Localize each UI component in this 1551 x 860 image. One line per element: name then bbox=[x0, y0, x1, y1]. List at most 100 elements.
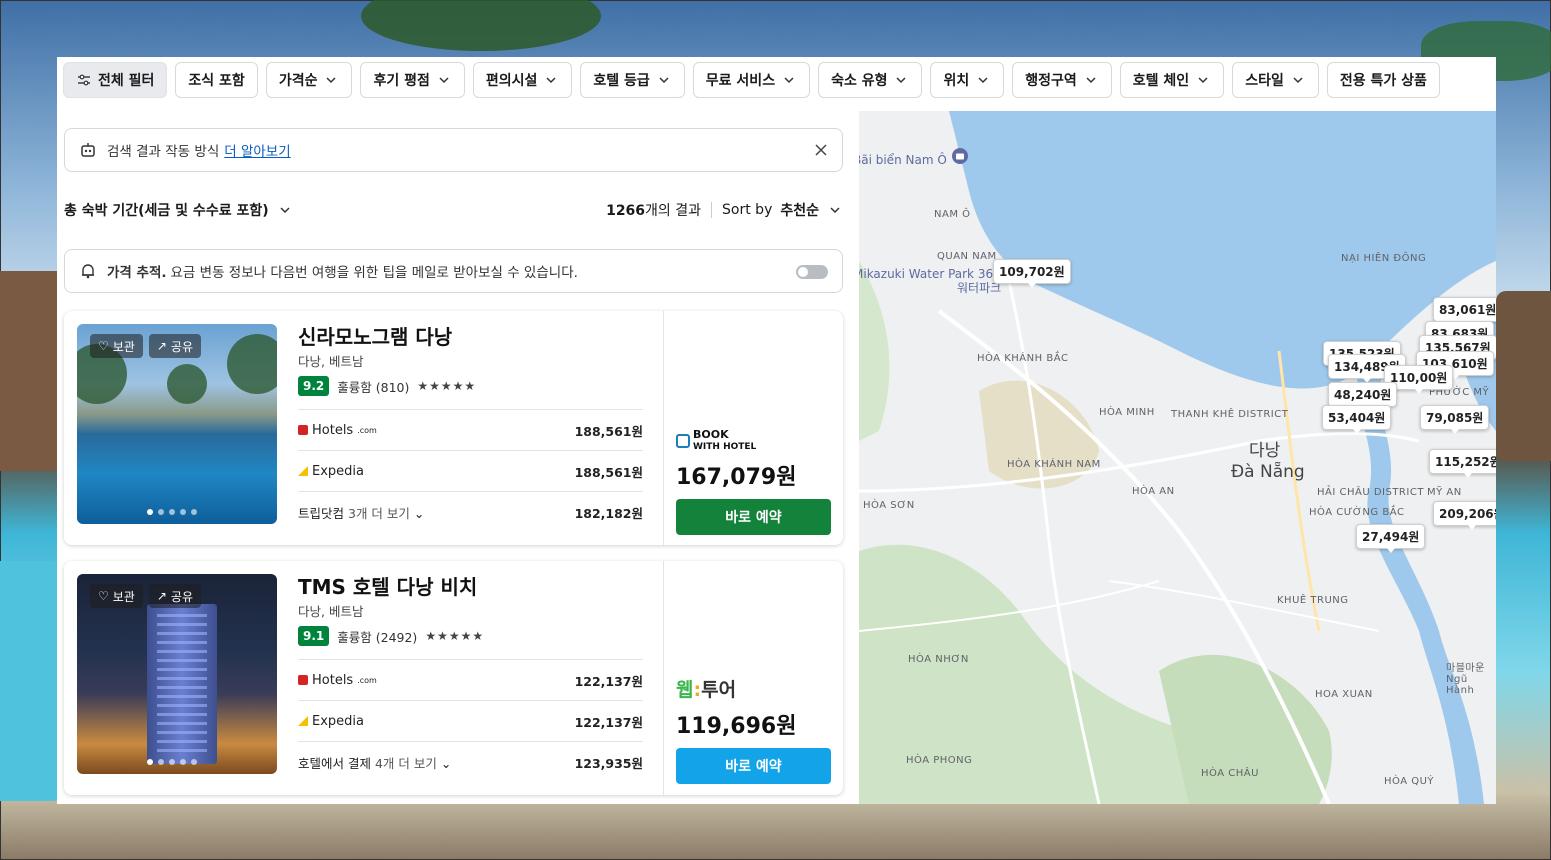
learn-more-link[interactable]: 더 알아보기 bbox=[224, 140, 290, 160]
save-button[interactable]: ♡ 보관 bbox=[90, 584, 143, 608]
filter-chip[interactable]: 스타일 bbox=[1232, 62, 1319, 98]
more-offers-row[interactable]: 트립닷컴 3개 더 보기 ⌄ 182,182원 bbox=[298, 491, 643, 532]
chevron-down-icon bbox=[1293, 77, 1303, 84]
book-now-button[interactable]: 바로 예약 bbox=[676, 748, 831, 784]
more-offers-row[interactable]: 호텔에서 결제 4개 더 보기 ⌄ 123,935원 bbox=[298, 741, 643, 782]
expedia-logo-icon bbox=[298, 716, 308, 726]
price-alert: 가격 추적. 요금 변동 정보나 다음번 여행을 위한 팁을 메일로 받아보실 … bbox=[64, 249, 843, 293]
map-label: MỸ AN bbox=[1427, 487, 1462, 498]
price-mode-select[interactable]: 총 숙박 기간(세금 및 수수료 포함) bbox=[64, 200, 293, 220]
map-label: HOA XUAN bbox=[1315, 689, 1373, 700]
filter-chip[interactable]: 편의시설 bbox=[472, 62, 573, 98]
filter-chip[interactable]: 전체 필터 bbox=[63, 62, 168, 98]
map-label: Đà Nẵng bbox=[1231, 462, 1305, 482]
filter-chip-label: 무료 서비스 bbox=[705, 73, 776, 89]
filter-chip[interactable]: 호텔 등급 bbox=[580, 62, 685, 98]
bell-icon bbox=[82, 264, 94, 279]
map-label: HÒA CHÂU bbox=[1201, 768, 1259, 779]
share-button[interactable]: ↗ 공유 bbox=[148, 584, 202, 608]
hotel-name[interactable]: 신라모노그램 다낭 bbox=[298, 321, 452, 350]
photo-carousel-dots[interactable] bbox=[147, 759, 197, 765]
filter-chip[interactable]: 무료 서비스 bbox=[692, 62, 811, 98]
provider-row[interactable]: Expedia 122,137원 bbox=[298, 700, 643, 741]
review-text: 훌륭함 (2492) bbox=[337, 629, 418, 645]
map-price-pin[interactable]: 209,206원 bbox=[1433, 501, 1496, 530]
close-icon[interactable] bbox=[812, 141, 830, 159]
filter-chip[interactable]: 위치 bbox=[930, 62, 1005, 98]
hotel-location: 다낭, 베트남 bbox=[298, 354, 364, 369]
map-price-pin[interactable]: 48,240원 bbox=[1328, 382, 1398, 411]
map-label: KHUÊ TRUNG bbox=[1277, 595, 1349, 606]
filter-chip[interactable]: 전용 특가 상품 bbox=[1326, 62, 1440, 98]
map-price-pin[interactable]: 109,702원 bbox=[993, 259, 1071, 288]
provider-row[interactable]: Hotels .com 122,137원 bbox=[298, 659, 643, 700]
filter-chip[interactable]: 후기 평점 bbox=[360, 62, 465, 98]
filter-chip[interactable]: 호텔 체인 bbox=[1119, 62, 1225, 98]
deal-price: 119,696원 bbox=[676, 714, 797, 739]
price-mode-label: 총 숙박 기간(세금 및 수수료 포함) bbox=[64, 203, 269, 219]
map-price-pin[interactable]: 79,085원 bbox=[1420, 405, 1490, 434]
chevron-down-icon bbox=[978, 77, 988, 84]
results-map[interactable]: Bãi biển Nam Ô NAM Ô QUAN NAM Mikazuki Wate… bbox=[859, 111, 1496, 804]
filter-chip-label: 편의시설 bbox=[485, 73, 538, 89]
review-score: 9.2 bbox=[298, 376, 330, 396]
results-count: 1266개의 결과 bbox=[606, 203, 702, 219]
filter-chip-label: 위치 bbox=[943, 73, 970, 89]
map-label: HÒA NHƠN bbox=[908, 654, 969, 665]
save-button[interactable]: ♡ 보관 bbox=[90, 334, 143, 358]
info-banner-text: 검색 결과 작동 방식 bbox=[107, 144, 220, 160]
share-button[interactable]: ↗ 공유 bbox=[148, 334, 202, 358]
map-label: Ngũ Hành bbox=[1446, 674, 1475, 696]
chevron-down-icon bbox=[1086, 77, 1096, 84]
sort-value[interactable]: 추천순 bbox=[780, 200, 819, 220]
book-now-button[interactable]: 바로 예약 bbox=[676, 499, 831, 535]
map-label: 다낭 bbox=[1249, 441, 1281, 461]
chevron-down-icon: ⌄ bbox=[413, 505, 425, 521]
filter-chip-label: 전체 필터 bbox=[98, 73, 155, 89]
hotel-card[interactable]: ♡ 보관 ↗ 공유 신라모노그램 다낭 다낭, 베트남 9.2 훌륭함 (810) … bbox=[64, 311, 843, 545]
provider-row[interactable]: Hotels .com 188,561원 bbox=[298, 409, 643, 450]
chevron-down-icon bbox=[1198, 77, 1208, 84]
map-price-pin[interactable]: 27,494원 bbox=[1356, 524, 1426, 553]
map-label: NAM Ô bbox=[934, 209, 971, 220]
filter-chip[interactable]: 조식 포함 bbox=[175, 62, 258, 98]
deal-price: 167,079원 bbox=[676, 465, 797, 490]
map-label: HÒA CƯỜNG BẮC bbox=[1309, 507, 1405, 518]
filter-chip[interactable]: 숙소 유형 bbox=[818, 62, 923, 98]
map-price-pin[interactable]: 53,404원 bbox=[1322, 405, 1392, 434]
chevron-down-icon[interactable] bbox=[827, 202, 843, 218]
map-label: NẠI HIÊN ĐÔNG bbox=[1341, 253, 1427, 264]
chevron-down-icon bbox=[326, 77, 336, 84]
sliders-icon bbox=[78, 74, 90, 86]
map-label: HÒA AN bbox=[1132, 486, 1175, 497]
summary-row: 총 숙박 기간(세금 및 수수료 포함) 1266개의 결과 Sort by 추… bbox=[64, 195, 843, 225]
filter-chip[interactable]: 가격순 bbox=[265, 62, 353, 98]
filter-chip-label: 스타일 bbox=[1245, 73, 1284, 89]
map-price-pin[interactable]: 83,061원 bbox=[1433, 297, 1496, 326]
webtour-logo: 웹:투어 bbox=[676, 679, 737, 701]
map-label: HÒA QUÝ bbox=[1384, 776, 1435, 787]
hotel-search-page: 전체 필터 조식 포함 가격순 후기 평점 편의시설 호텔 등급 무료 서비스 숙소 유형 위치… bbox=[57, 57, 1496, 804]
map-label: HÒA PHONG bbox=[906, 755, 973, 766]
info-banner: 검색 결과 작동 방식 더 알아보기 bbox=[64, 128, 843, 172]
heart-icon: ♡ bbox=[98, 339, 109, 353]
featured-deal: BOOK WITH HOTEL 167,079원 바로 예약 bbox=[676, 429, 831, 535]
map-price-pin[interactable]: 115,252원 bbox=[1429, 449, 1496, 478]
chevron-down-icon bbox=[784, 77, 794, 84]
provider-row[interactable]: Expedia 188,561원 bbox=[298, 450, 643, 491]
price-alert-title: 가격 추적. bbox=[107, 265, 167, 281]
hotel-card[interactable]: ♡ 보관 ↗ 공유 TMS 호텔 다낭 비치 다낭, 베트남 9.1 훌륭함 (24… bbox=[64, 561, 843, 795]
share-icon: ↗ bbox=[156, 589, 167, 603]
camera-poi-icon[interactable] bbox=[951, 147, 969, 165]
filter-chip[interactable]: 행정구역 bbox=[1012, 62, 1112, 98]
share-icon: ↗ bbox=[156, 339, 167, 353]
hotel-name[interactable]: TMS 호텔 다낭 비치 bbox=[298, 571, 477, 600]
hotel-photo[interactable]: ♡ 보관 ↗ 공유 bbox=[77, 324, 277, 524]
price-alert-toggle[interactable] bbox=[796, 265, 828, 279]
chevron-down-icon bbox=[896, 77, 907, 84]
filter-chip-label: 숙소 유형 bbox=[831, 73, 888, 89]
hotel-photo[interactable]: ♡ 보관 ↗ 공유 bbox=[77, 574, 277, 774]
photo-carousel-dots[interactable] bbox=[147, 509, 197, 515]
map-label: Bãi biển Nam Ô bbox=[859, 153, 947, 167]
star-rating: ★★★★★ bbox=[425, 629, 485, 643]
